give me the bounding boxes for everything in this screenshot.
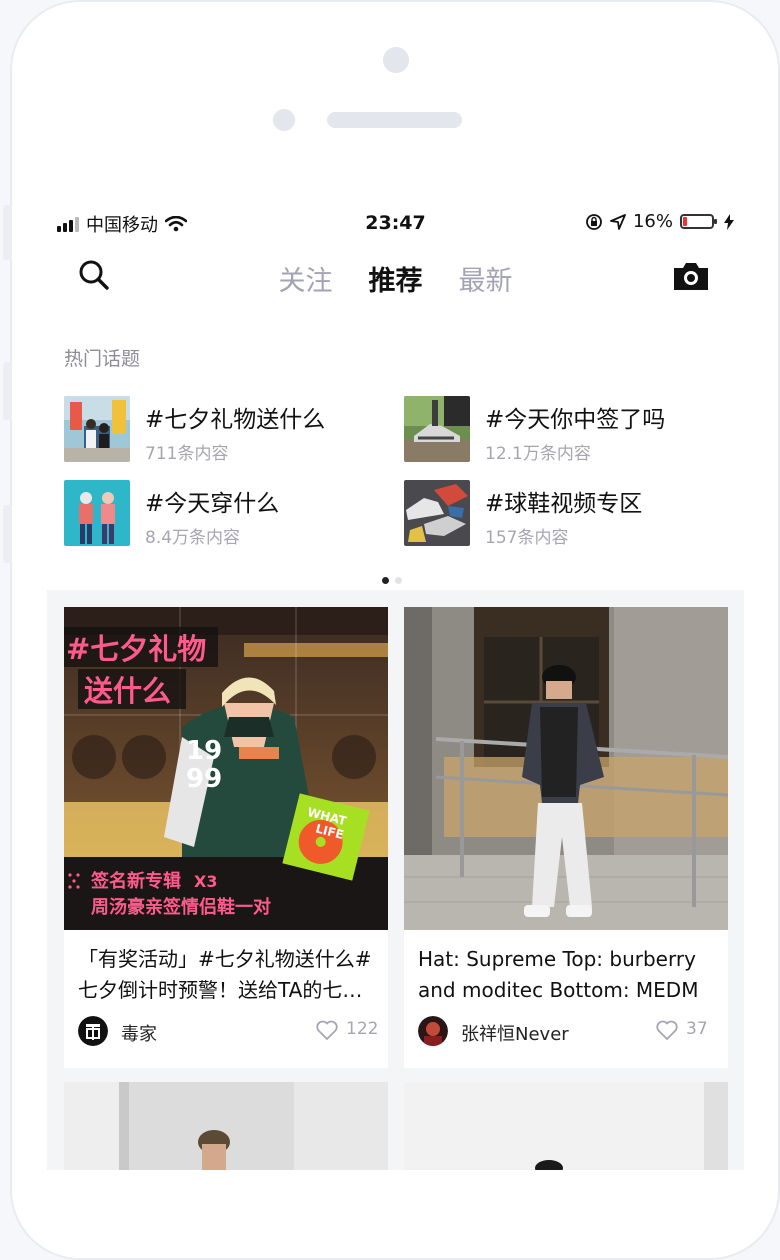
topic-thumbnail <box>404 480 470 546</box>
tab-latest[interactable]: 最新 <box>459 259 513 298</box>
topic-thumbnail <box>64 480 130 546</box>
charging-icon <box>724 213 734 230</box>
page-dot <box>395 577 402 584</box>
feed-card[interactable]: 19 99 WHAT LIFE #七夕礼物 送什么 签名新专辑 X3 周汤豪亲签… <box>64 607 388 1068</box>
feed-card-title-text: 「有奖活动」#七夕礼物送什么# 七夕倒计时预警！送给TA的七夕礼物 <box>78 947 372 1002</box>
topic-item[interactable]: #今天你中签了吗 12.1万条内容 <box>404 396 665 464</box>
topic-count: 8.4万条内容 <box>145 528 241 548</box>
feed-card-title-text: Hat: Supreme Top: burberry and moditec B… <box>418 947 699 1002</box>
topic-count: 157条内容 <box>485 528 569 548</box>
topic-thumbnail <box>64 396 130 462</box>
image-headline-line2: 送什么 <box>84 674 171 708</box>
jersey-number-bottom: 99 <box>186 764 222 794</box>
topic-name: #今天穿什么 <box>145 491 280 517</box>
mute-switch <box>3 205 12 260</box>
author-name[interactable]: 张祥恒Never <box>461 1020 569 1046</box>
topic-thumbnail <box>404 396 470 462</box>
hot-topics-section: 热门话题 #七夕礼物送什么 711条内容 #今天你中签了吗 12.1万条内容 #… <box>47 312 744 590</box>
volume-up-button <box>3 362 12 420</box>
promo-line2: 周汤豪亲签情侣鞋一对 <box>91 896 271 918</box>
earpiece-speaker <box>327 112 462 128</box>
volume-down-button <box>3 505 12 563</box>
heart-icon[interactable] <box>655 1019 679 1041</box>
topics-page-indicator <box>382 577 402 584</box>
avatar[interactable] <box>78 1016 108 1046</box>
like-count: 37 <box>686 1019 708 1039</box>
feed-card[interactable]: Hat: Supreme Top: burberry and moditec B… <box>404 607 728 1068</box>
location-icon <box>610 213 626 230</box>
promo-multiplier: X3 <box>194 872 217 891</box>
feed-card-image <box>404 1082 728 1170</box>
tab-following[interactable]: 关注 <box>279 259 333 298</box>
status-bar: 中国移动 23:47 16% <box>47 206 744 242</box>
author-name[interactable]: 毒家 <box>121 1020 157 1046</box>
avatar[interactable] <box>418 1016 448 1046</box>
feed-card-image: 19 99 WHAT LIFE #七夕礼物 送什么 签名新专辑 X3 周汤豪亲签… <box>64 607 388 930</box>
topic-name: #七夕礼物送什么 <box>145 407 326 433</box>
hot-topics-title: 热门话题 <box>64 348 141 370</box>
jersey-number-top: 19 <box>186 736 222 766</box>
tab-recommended[interactable]: 推荐 <box>369 259 423 298</box>
feed-card-image <box>404 607 728 930</box>
topic-item[interactable]: #今天穿什么 8.4万条内容 <box>64 480 279 548</box>
front-camera <box>383 47 409 73</box>
feed-card-title: Hat: Supreme Top: burberry and moditec B… <box>404 930 728 1006</box>
like-count: 122 <box>346 1019 379 1039</box>
image-headline-line1: #七夕礼物 <box>66 632 206 666</box>
feed-tabs: 关注 推荐 最新 <box>47 259 744 298</box>
camera-icon[interactable] <box>671 259 711 293</box>
top-nav-bar: 关注 推荐 最新 <box>47 242 744 312</box>
topic-name: #今天你中签了吗 <box>485 407 666 433</box>
page-dot <box>382 577 389 584</box>
app-screen: 中国移动 23:47 16% 关注 推荐 最新 热门话题 #七夕礼物送什么 71… <box>47 206 744 1170</box>
feed-card[interactable] <box>404 1082 728 1170</box>
feed-card-meta: 毒家 122 <box>64 1006 388 1068</box>
feed-card[interactable] <box>64 1082 388 1170</box>
feed-card-title: 「有奖活动」#七夕礼物送什么# 七夕倒计时预警！送给TA的七夕礼物 <box>64 930 388 1006</box>
topic-item[interactable]: #球鞋视频专区 157条内容 <box>404 480 642 548</box>
feed-card-meta: 张祥恒Never 37 <box>404 1006 728 1068</box>
topic-item[interactable]: #七夕礼物送什么 711条内容 <box>64 396 325 464</box>
topic-count: 12.1万条内容 <box>485 444 591 464</box>
topic-name: #球鞋视频专区 <box>485 491 643 517</box>
promo-line1: 签名新专辑 <box>90 870 181 892</box>
heart-icon[interactable] <box>315 1019 339 1041</box>
topic-count: 711条内容 <box>145 444 229 464</box>
battery-icon <box>680 214 717 229</box>
proximity-sensor <box>273 109 295 131</box>
feed-card-image <box>64 1082 388 1170</box>
orientation-lock-icon <box>586 213 602 230</box>
battery-percent: 16% <box>632 211 673 232</box>
